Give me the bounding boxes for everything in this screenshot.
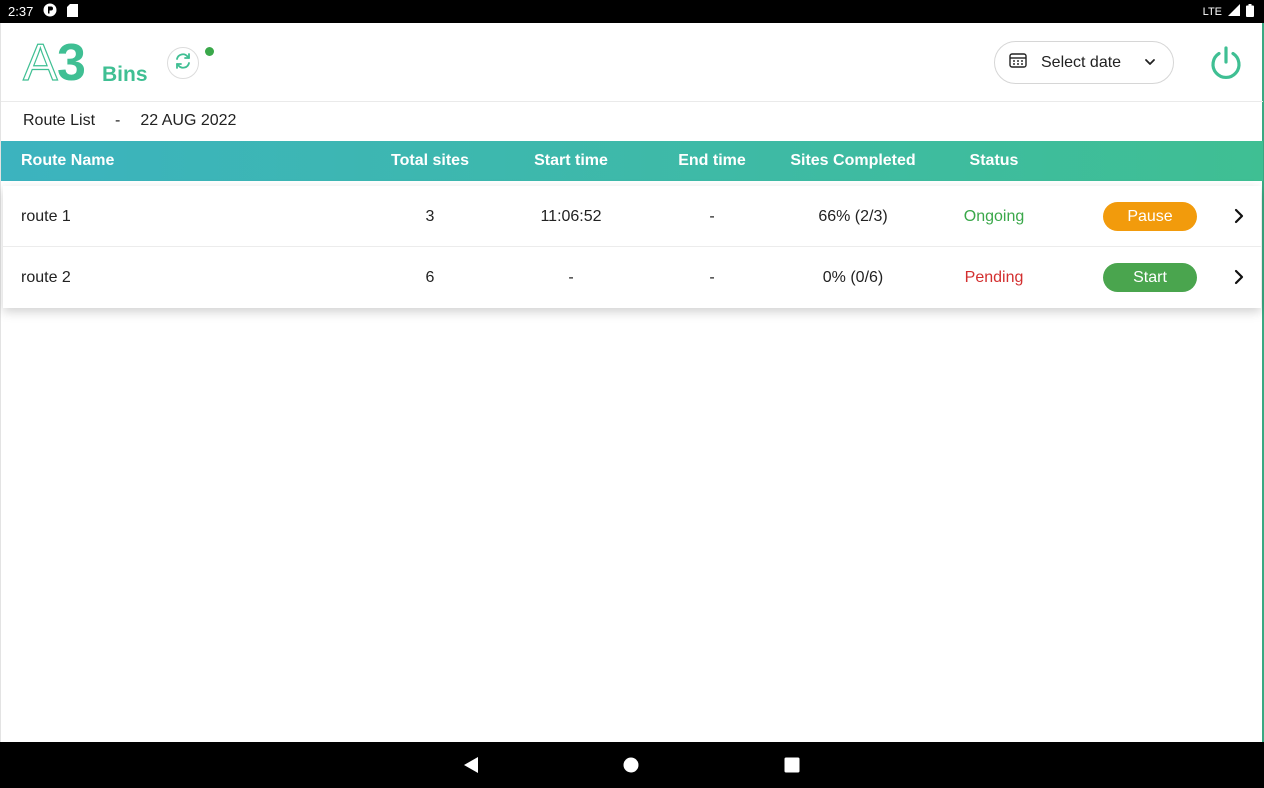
- route-list-date: 22 AUG 2022: [140, 112, 237, 129]
- sites-completed: 0% (0/6): [822, 269, 884, 286]
- start-button[interactable]: Start: [1103, 263, 1197, 292]
- table-header: Route Name Total sites Start time End ti…: [1, 141, 1263, 181]
- route-list-title: Route List: [23, 112, 96, 129]
- chevron-right-icon[interactable]: [1231, 267, 1247, 292]
- clock: 2:37: [8, 4, 34, 19]
- column-header-status: Status: [969, 152, 1019, 169]
- sync-button[interactable]: [167, 47, 199, 79]
- column-header-end-time: End time: [678, 152, 746, 169]
- sd-card-icon: [67, 3, 79, 20]
- logo-bins-text: Bins: [102, 63, 148, 86]
- chevron-right-icon[interactable]: [1231, 206, 1247, 231]
- network-type: LTE: [1202, 5, 1222, 18]
- home-icon[interactable]: [623, 756, 639, 779]
- column-header-sites-completed: Sites Completed: [790, 152, 916, 169]
- route-table-body: route 1 3 11:06:52 - 66% (2/3) Ongoing P…: [3, 186, 1261, 308]
- table-row[interactable]: route 2 6 - - 0% (0/6) Pending Start: [3, 247, 1261, 308]
- app-header: A 3 Bins Select date: [1, 23, 1263, 102]
- status-bar: 2:37 LTE: [0, 0, 1264, 23]
- calendar-icon: [1009, 52, 1027, 73]
- table-row[interactable]: route 1 3 11:06:52 - 66% (2/3) Ongoing P…: [3, 186, 1261, 247]
- signal-icon: [1228, 4, 1240, 19]
- total-sites: 3: [425, 208, 435, 225]
- power-button[interactable]: [1208, 45, 1244, 81]
- column-header-route-name: Route Name: [21, 152, 115, 169]
- date-select-label: Select date: [1041, 53, 1122, 71]
- back-icon[interactable]: [463, 756, 479, 779]
- end-time: -: [709, 208, 715, 225]
- column-header-start-time: Start time: [534, 152, 608, 169]
- route-name: route 1: [21, 208, 71, 225]
- logo-digit-3: 3: [57, 34, 86, 92]
- route-name: route 2: [21, 269, 71, 286]
- app-screen: A 3 Bins Select date Route List - 22 AUG…: [0, 23, 1264, 742]
- date-select-dropdown[interactable]: Select date: [994, 41, 1174, 84]
- sites-completed: 66% (2/3): [818, 208, 888, 225]
- recents-icon[interactable]: [784, 756, 800, 779]
- total-sites: 6: [425, 269, 435, 286]
- online-indicator: [205, 47, 214, 56]
- chevron-down-icon: [1143, 55, 1157, 74]
- logo-letter-a: A: [22, 34, 58, 92]
- android-navigation-bar: [0, 742, 1264, 788]
- end-time: -: [709, 269, 715, 286]
- sync-icon: [173, 51, 193, 76]
- column-header-total-sites: Total sites: [391, 152, 469, 169]
- start-time: 11:06:52: [540, 208, 602, 225]
- app-notification-icon: [43, 3, 57, 20]
- pause-button[interactable]: Pause: [1103, 202, 1197, 231]
- start-time: -: [568, 269, 574, 286]
- subheader-separator: -: [115, 112, 121, 129]
- status-badge: Pending: [964, 269, 1024, 286]
- power-icon: [1208, 46, 1244, 85]
- status-badge: Ongoing: [963, 208, 1025, 225]
- battery-icon: [1246, 3, 1254, 20]
- route-list-subheader: Route List - 22 AUG 2022: [23, 112, 236, 130]
- a3-bins-logo: A 3 Bins: [22, 34, 153, 92]
